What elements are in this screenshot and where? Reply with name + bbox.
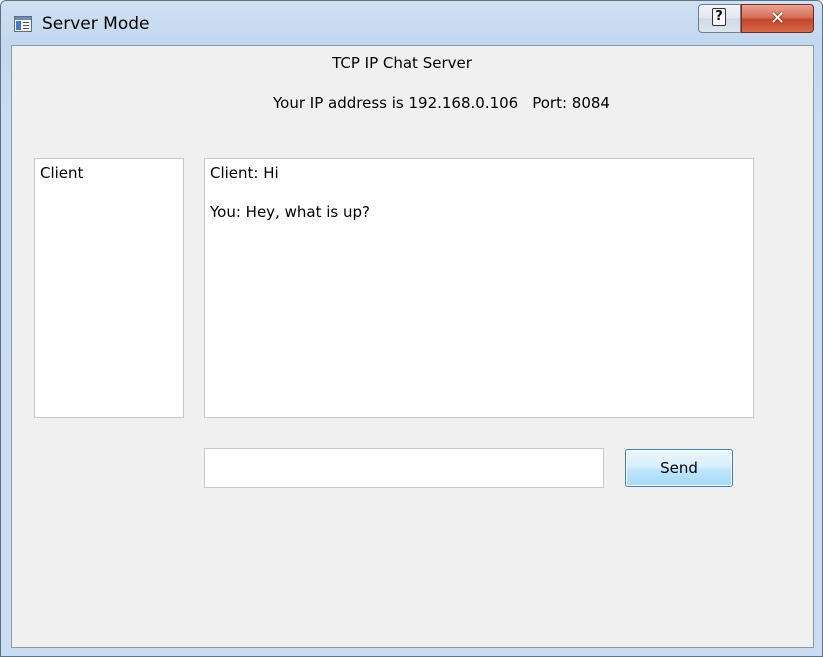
chat-log[interactable]: Client: Hi You: Hey, what is up? — [204, 158, 754, 418]
client-list[interactable]: Client — [34, 158, 184, 418]
help-button[interactable]: ? — [698, 4, 741, 33]
close-button[interactable]: ✕ — [741, 4, 814, 33]
message-input[interactable] — [204, 448, 604, 488]
help-icon: ? — [712, 8, 726, 26]
server-address: Your IP address is 192.168.0.106 Port: 80… — [273, 94, 610, 112]
page-title: TCP IP Chat Server — [332, 54, 472, 72]
chat-message: You: Hey, what is up? — [210, 203, 370, 221]
client-list-item[interactable]: Client — [40, 164, 83, 182]
window-title: Server Mode — [42, 14, 150, 34]
app-window-icon — [14, 16, 32, 32]
send-button[interactable]: Send — [625, 449, 733, 487]
chat-message: Client: Hi — [210, 164, 279, 182]
title-bar[interactable]: Server Mode ? ✕ — [1, 1, 822, 45]
ip-address-label: Your IP address is 192.168.0.106 — [273, 94, 519, 112]
server-mode-window: Server Mode ? ✕ TCP IP Chat Server Your … — [0, 0, 823, 657]
client-area: TCP IP Chat Server Your IP address is 19… — [11, 45, 814, 648]
port-label: Port: 8084 — [532, 94, 610, 112]
close-icon: ✕ — [769, 8, 786, 29]
